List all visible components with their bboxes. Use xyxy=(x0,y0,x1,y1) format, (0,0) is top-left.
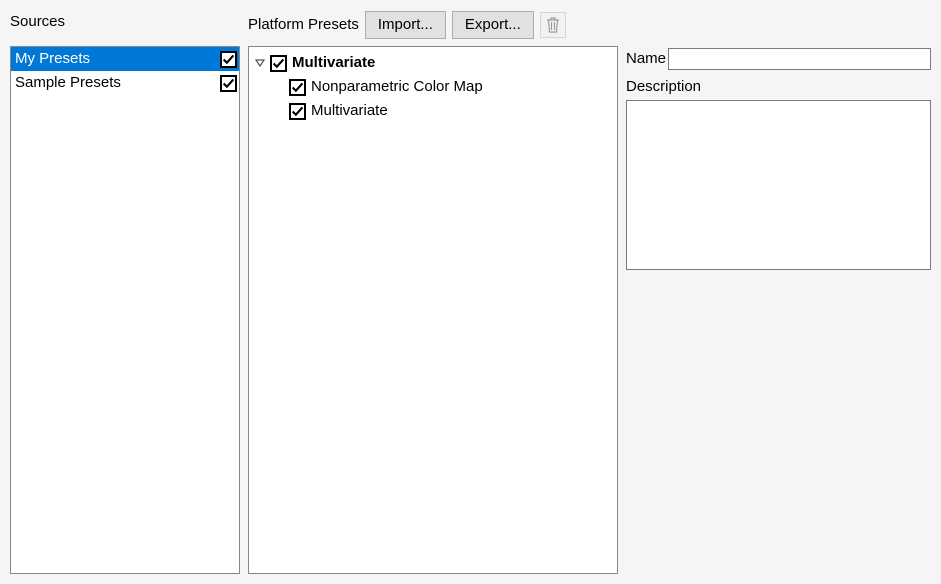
sources-heading: Sources xyxy=(10,10,65,40)
description-textarea[interactable] xyxy=(626,100,931,270)
description-label: Description xyxy=(626,76,701,98)
import-button[interactable]: Import... xyxy=(365,11,446,39)
tree-item[interactable]: Multivariate xyxy=(255,99,611,123)
tree-group[interactable]: Multivariate xyxy=(255,51,611,75)
sources-item-checkbox[interactable] xyxy=(220,51,237,68)
sources-item-label: My Presets xyxy=(15,48,90,70)
presets-tree[interactable]: Multivariate Nonparametric Color Map Mul… xyxy=(248,46,618,574)
tree-group-label: Multivariate xyxy=(292,51,375,75)
platform-presets-panel: Platform Presets Import... Export... Mul… xyxy=(248,10,618,574)
tree-item-label: Nonparametric Color Map xyxy=(311,75,483,99)
platform-presets-heading: Platform Presets xyxy=(248,13,359,37)
sources-panel: Sources My Presets Sample Presets xyxy=(10,10,240,574)
sources-listbox[interactable]: My Presets Sample Presets xyxy=(10,46,240,574)
tree-group-checkbox[interactable] xyxy=(270,55,287,72)
sources-item[interactable]: Sample Presets xyxy=(11,71,239,95)
sources-item[interactable]: My Presets xyxy=(11,47,239,71)
details-panel: Name Description xyxy=(626,10,931,574)
export-button[interactable]: Export... xyxy=(452,11,534,39)
trash-icon xyxy=(546,17,560,33)
name-input[interactable] xyxy=(668,48,931,70)
tree-item[interactable]: Nonparametric Color Map xyxy=(255,75,611,99)
delete-button[interactable] xyxy=(540,12,566,38)
disclosure-triangle-icon[interactable] xyxy=(255,58,265,68)
tree-item-label: Multivariate xyxy=(311,99,388,123)
tree-item-checkbox[interactable] xyxy=(289,79,306,96)
name-label: Name xyxy=(626,48,666,70)
tree-item-checkbox[interactable] xyxy=(289,103,306,120)
sources-item-checkbox[interactable] xyxy=(220,75,237,92)
sources-item-label: Sample Presets xyxy=(15,72,121,94)
